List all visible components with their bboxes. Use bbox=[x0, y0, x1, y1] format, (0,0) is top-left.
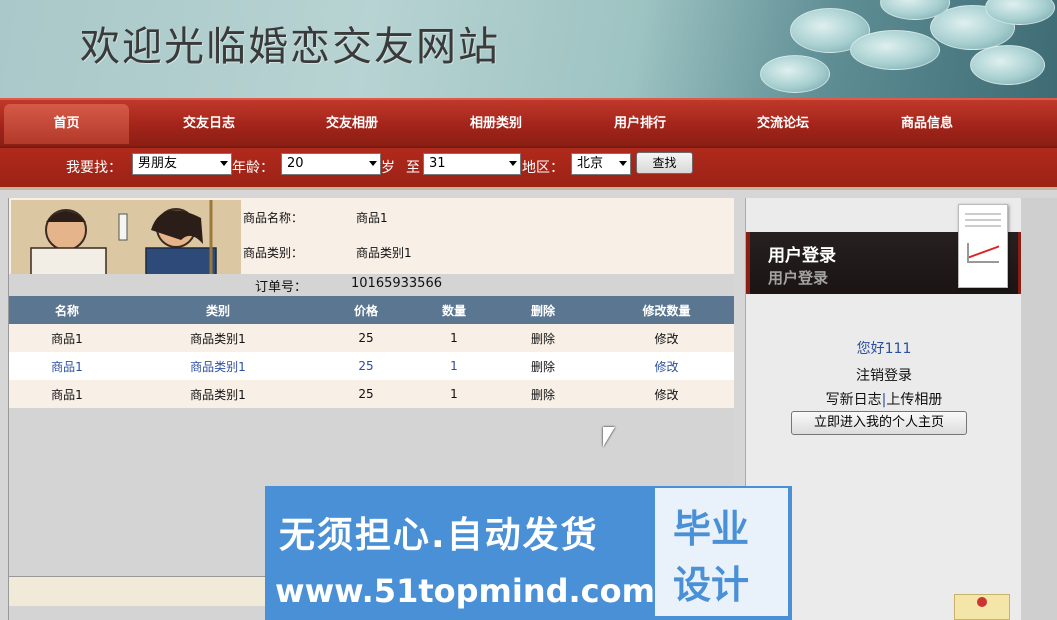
cell-category: 商品类别1 bbox=[190, 387, 246, 402]
banner-flower-petal bbox=[760, 55, 830, 93]
delete-link[interactable]: 删除 bbox=[487, 324, 599, 352]
col-header-name: 名称 bbox=[9, 296, 125, 324]
col-header-quantity: 数量 bbox=[421, 296, 487, 324]
age-unit-label: 岁 bbox=[381, 160, 395, 176]
site-banner: 欢迎光临婚恋交友网站 bbox=[0, 0, 1057, 98]
cell-name: 商品1 bbox=[51, 331, 83, 346]
col-header-category: 类别 bbox=[125, 296, 311, 324]
nav-album-category[interactable]: 相册类别 bbox=[436, 104, 556, 144]
mouse-cursor-icon bbox=[603, 427, 615, 447]
chevron-down-icon bbox=[220, 161, 228, 166]
chevron-down-icon bbox=[369, 161, 377, 166]
sticky-note-icon bbox=[954, 594, 1010, 620]
nav-forum[interactable]: 交流论坛 bbox=[723, 104, 843, 144]
find-label: 我要找： bbox=[66, 160, 122, 176]
cell-category: 商品类别1 bbox=[190, 359, 246, 374]
age-from-value: 20 bbox=[287, 156, 304, 171]
greeting-link[interactable]: 您好111 bbox=[746, 338, 1022, 358]
cell-price: 25 bbox=[358, 359, 374, 373]
cell-name: 商品1 bbox=[51, 387, 83, 402]
product-category-label: 商品类别： bbox=[243, 246, 304, 260]
age-to-value: 31 bbox=[429, 156, 446, 171]
nav-dating-album[interactable]: 交友相册 bbox=[292, 104, 412, 144]
search-button[interactable]: 查找 bbox=[636, 152, 693, 174]
delete-link[interactable]: 删除 bbox=[487, 352, 599, 380]
cell-quantity: 1 bbox=[450, 331, 458, 345]
age-to-select[interactable]: 31 bbox=[423, 153, 521, 175]
ad-badge: 毕业 设计 bbox=[655, 488, 788, 616]
ad-url: www.51topmind.com bbox=[275, 572, 655, 610]
nav-dating-log[interactable]: 交友日志 bbox=[149, 104, 269, 144]
cell-quantity: 1 bbox=[450, 359, 458, 373]
cell-quantity: 1 bbox=[450, 387, 458, 401]
enter-homepage-button[interactable]: 立即进入我的个人主页 bbox=[791, 411, 967, 435]
order-number-label: 订单号： bbox=[255, 280, 308, 295]
nav-home[interactable]: 首页 bbox=[4, 104, 129, 144]
sidebar-action-links: 写新日志|上传相册 bbox=[746, 389, 1022, 409]
product-name-value: 商品1 bbox=[356, 211, 388, 225]
age-from-select[interactable]: 20 bbox=[281, 153, 381, 175]
ad-badge-line1: 毕业 bbox=[673, 507, 750, 551]
gender-select-value: 男朋友 bbox=[138, 156, 178, 171]
logout-link[interactable]: 注销登录 bbox=[746, 365, 1022, 385]
table-row: 商品1 商品类别1 25 1 删除 修改 bbox=[9, 324, 734, 352]
table-row: 商品1 商品类别1 25 1 删除 修改 bbox=[9, 380, 734, 408]
chevron-down-icon bbox=[619, 161, 627, 166]
order-number-row: 订单号： 10165933566 bbox=[9, 274, 734, 295]
modify-link[interactable]: 修改 bbox=[599, 352, 734, 380]
col-header-price: 价格 bbox=[311, 296, 421, 324]
table-header-row: 名称 类别 价格 数量 删除 修改数量 bbox=[9, 296, 734, 324]
nav-products[interactable]: 商品信息 bbox=[867, 104, 987, 144]
cell-name: 商品1 bbox=[51, 359, 83, 374]
cell-category: 商品类别1 bbox=[190, 331, 246, 346]
product-name-label: 商品名称： bbox=[243, 211, 304, 225]
gender-select[interactable]: 男朋友 bbox=[132, 153, 232, 175]
login-title: 用户登录 bbox=[768, 246, 836, 266]
order-number-value: 10165933566 bbox=[351, 276, 442, 291]
delete-link[interactable]: 删除 bbox=[487, 380, 599, 408]
cell-price: 25 bbox=[358, 331, 374, 345]
chevron-down-icon bbox=[509, 161, 517, 166]
watermark-ad-banner: 无须担心.自动发货 www.51topmind.com 毕业 设计 bbox=[265, 486, 792, 620]
cart-items-table: 名称 类别 价格 数量 删除 修改数量 商品1 商品类别1 25 1 删除 修改… bbox=[9, 296, 734, 408]
region-select[interactable]: 北京 bbox=[571, 153, 631, 175]
region-select-value: 北京 bbox=[577, 156, 604, 171]
ad-badge-line2: 设计 bbox=[673, 563, 750, 607]
page-right-edge bbox=[1021, 198, 1057, 620]
search-bar: 我要找： 男朋友 年龄： 20 岁 至 31 地区： 北京 查找 bbox=[0, 146, 1057, 190]
document-chart-icon bbox=[958, 204, 1008, 288]
site-title: 欢迎光临婚恋交友网站 bbox=[80, 24, 500, 70]
banner-flower-petal bbox=[850, 30, 940, 70]
nav-user-ranking[interactable]: 用户排行 bbox=[580, 104, 700, 144]
col-header-modify-quantity: 修改数量 bbox=[599, 296, 734, 324]
to-label: 至 bbox=[406, 160, 420, 176]
product-illustration bbox=[11, 200, 241, 274]
upload-album-link[interactable]: 上传相册 bbox=[886, 392, 942, 408]
cell-price: 25 bbox=[358, 387, 374, 401]
modify-link[interactable]: 修改 bbox=[599, 324, 734, 352]
col-header-delete: 删除 bbox=[487, 296, 599, 324]
write-log-link[interactable]: 写新日志 bbox=[826, 392, 882, 408]
product-category-value: 商品类别1 bbox=[356, 246, 412, 260]
login-title-reflection: 用户登录 bbox=[768, 269, 829, 287]
product-summary: 商品名称： 商品1 商品类别： 商品类别1 bbox=[9, 198, 734, 276]
age-label: 年龄： bbox=[232, 160, 274, 176]
ad-slogan: 无须担心.自动发货 bbox=[279, 515, 599, 556]
banner-flower-petal bbox=[970, 45, 1045, 85]
main-nav: 首页 交友日志 交友相册 相册类别 用户排行 交流论坛 商品信息 bbox=[0, 98, 1057, 146]
product-image bbox=[11, 200, 241, 274]
region-label: 地区： bbox=[522, 160, 564, 176]
modify-link[interactable]: 修改 bbox=[599, 380, 734, 408]
table-row: 商品1 商品类别1 25 1 删除 修改 bbox=[9, 352, 734, 380]
